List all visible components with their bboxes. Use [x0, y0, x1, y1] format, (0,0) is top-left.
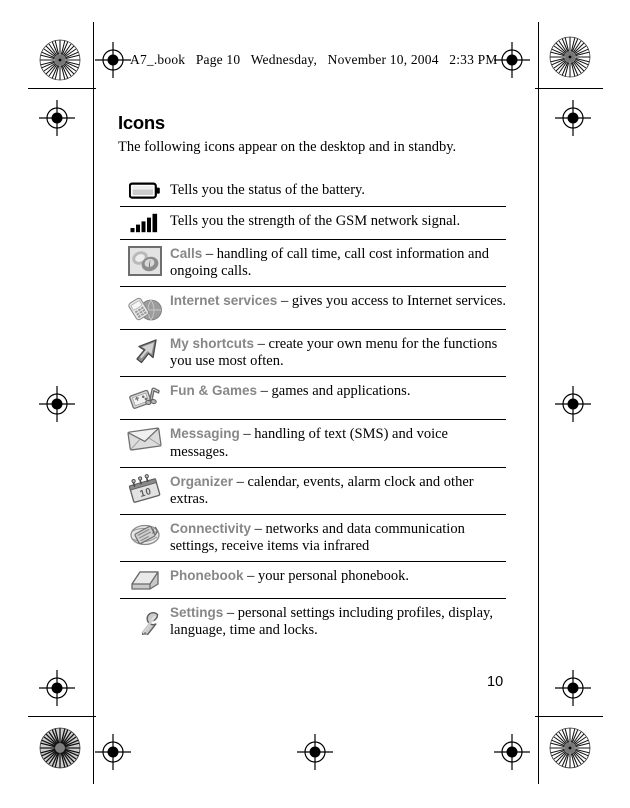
table-cell-description: Connectivity – networks and data communi…	[170, 520, 506, 555]
table-cell-description: Internet services – gives you access to …	[170, 292, 506, 310]
icon-dash: –	[202, 246, 217, 262]
icon-dash: –	[243, 568, 258, 585]
page-title: Icons	[118, 112, 165, 133]
table-row: Internet services – gives you access to …	[120, 287, 506, 331]
trim-line-bottom-right	[535, 716, 603, 717]
registration-mark	[37, 384, 77, 424]
page-content: Icons The following icons appear on the …	[118, 112, 510, 178]
registration-mark	[492, 732, 532, 772]
icon-label: Settings	[170, 605, 224, 621]
icon-label: Phonebook	[170, 568, 244, 584]
header-time: 2:33 PM	[449, 52, 498, 67]
icon-dash: –	[251, 520, 266, 537]
icon-description: Tells you the strength of the GSM networ…	[170, 213, 461, 229]
icon-cell: i	[120, 245, 170, 276]
starburst-resolution-target	[39, 39, 81, 81]
registration-mark	[295, 732, 335, 772]
table-row: Tells you the status of the battery.	[120, 176, 506, 207]
icon-cell	[120, 181, 170, 200]
icon-description: your personal phonebook.	[258, 568, 410, 585]
icon-dash: –	[277, 293, 292, 310]
icon-cell	[120, 335, 170, 366]
registration-mark	[553, 668, 593, 708]
icon-description: gives you access to Internet services.	[291, 293, 507, 310]
registration-mark	[37, 668, 77, 708]
registration-mark	[93, 40, 133, 80]
icon-dash: –	[257, 383, 272, 400]
icon-cell	[120, 212, 170, 233]
battery-icon	[129, 182, 161, 200]
header-date: November 10, 2004	[327, 52, 439, 67]
messaging-icon	[127, 426, 163, 452]
header-page-label: Page 10	[195, 52, 241, 67]
header-weekday: Wednesday,	[250, 52, 318, 67]
icon-dash: –	[233, 473, 248, 490]
table-row: Messaging – handling of text (SMS) and v…	[120, 420, 506, 468]
table-row: Fun & Games – games and applications.	[120, 377, 506, 421]
table-row: i Calls – handling of call time, call co…	[120, 240, 506, 288]
icon-label: Internet services	[170, 293, 278, 309]
registration-mark	[553, 384, 593, 424]
table-cell-description: Calls – handling of call time, call cost…	[170, 245, 506, 280]
trim-line-left	[93, 22, 94, 784]
table-cell-description: Messaging – handling of text (SMS) and v…	[170, 425, 506, 460]
icon-label: Connectivity	[170, 520, 252, 536]
icon-cell	[120, 567, 170, 592]
table-row: My shortcuts – create your own menu for …	[120, 330, 506, 378]
page-intro-text: The following icons appear on the deskto…	[118, 139, 457, 155]
internet-services-icon	[127, 293, 163, 323]
trim-line-right	[538, 22, 539, 784]
table-cell-description: Tells you the status of the battery.	[170, 181, 506, 199]
starburst-resolution-target	[39, 727, 81, 769]
fun-and-games-icon	[129, 383, 161, 413]
icon-cell	[120, 382, 170, 413]
icon-label: Messaging	[170, 426, 240, 442]
trim-line-top-right	[535, 88, 603, 89]
icon-description: games and applications.	[271, 383, 411, 400]
trim-line-bottom-left	[28, 716, 96, 717]
trim-line-top-left	[28, 88, 96, 89]
table-cell-description: Phonebook – your personal phonebook.	[170, 567, 506, 585]
icon-legend-table: Tells you the status of the battery. Tel…	[120, 176, 506, 645]
connectivity-icon	[128, 521, 162, 549]
registration-mark	[553, 98, 593, 138]
registration-mark	[93, 732, 133, 772]
signal-strength-icon	[130, 213, 160, 233]
icon-description: handling of call time, call cost informa…	[170, 246, 489, 280]
icon-dash: –	[254, 336, 269, 353]
table-row: Connectivity – networks and data communi…	[120, 515, 506, 563]
icon-cell	[120, 604, 170, 636]
page-number: 10	[487, 674, 504, 690]
icon-label: Organizer	[170, 473, 234, 489]
starburst-resolution-target	[549, 727, 591, 769]
organizer-icon: 1 0	[128, 473, 162, 504]
icon-label: Fun & Games	[170, 383, 258, 399]
icon-dash: –	[239, 426, 255, 443]
table-row: Settings – personal settings including p…	[120, 599, 506, 645]
icon-label: Calls	[170, 246, 203, 261]
table-cell-description: Fun & Games – games and applications.	[170, 382, 506, 400]
table-cell-description: Tells you the strength of the GSM networ…	[170, 212, 506, 230]
icon-dash: –	[223, 605, 238, 622]
table-cell-description: Settings – personal settings including p…	[170, 604, 506, 639]
registration-mark	[37, 98, 77, 138]
table-cell-description: My shortcuts – create your own menu for …	[170, 335, 506, 370]
icon-label: My shortcuts	[170, 336, 255, 352]
calls-icon: i	[128, 246, 162, 276]
icon-cell	[120, 292, 170, 323]
table-row: Phonebook – your personal phonebook.	[120, 562, 506, 600]
icon-cell	[120, 520, 170, 549]
icon-description: Tells you the status of the battery.	[170, 182, 365, 198]
document-header-stamp: A7_.book Page 10 Wednesday, November 10,…	[130, 52, 505, 68]
my-shortcuts-icon	[130, 336, 160, 366]
table-row: 1 0 Organizer – calendar, events, alarm …	[120, 468, 506, 515]
table-row: Tells you the strength of the GSM networ…	[120, 207, 506, 240]
icon-cell	[120, 425, 170, 452]
phonebook-icon	[129, 568, 161, 592]
header-filename: A7_.book	[130, 52, 186, 67]
icon-cell: 1 0	[120, 473, 170, 504]
starburst-resolution-target	[549, 36, 591, 78]
table-cell-description: Organizer – calendar, events, alarm cloc…	[170, 473, 506, 508]
settings-icon	[129, 605, 161, 636]
